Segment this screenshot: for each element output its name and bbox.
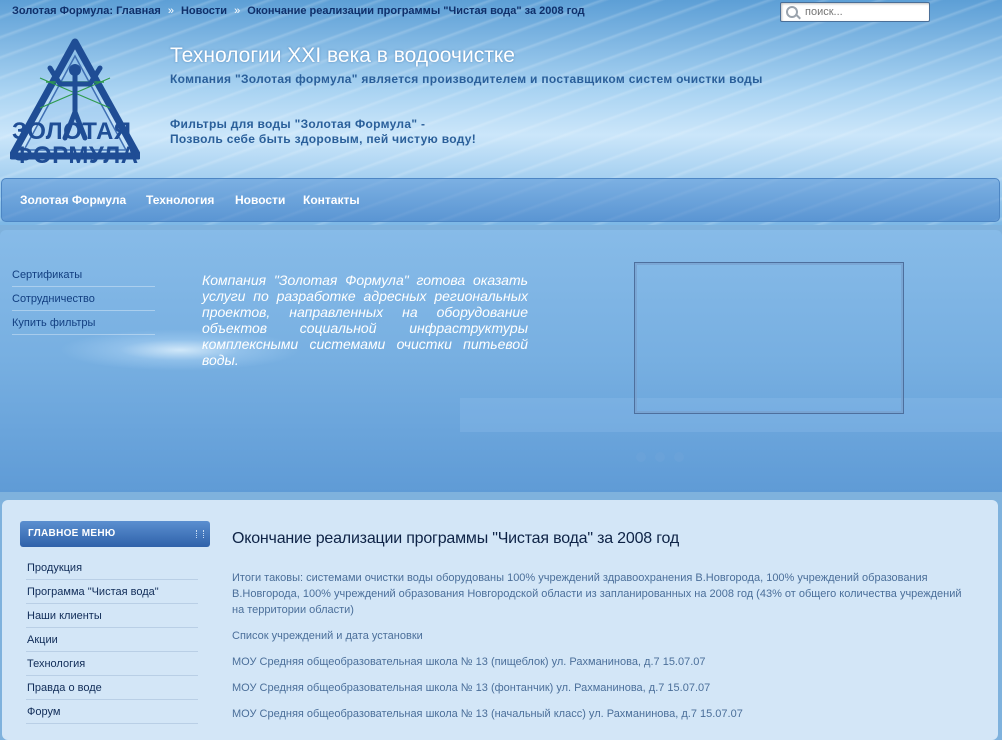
nav-item-contacts[interactable]: Контакты: [303, 193, 360, 207]
main-content-area: ГЛАВНОЕ МЕНЮ Продукция Программа "Чистая…: [2, 500, 998, 740]
site-header: Золотая Формула: Главная » Новости » Окончан…: [0, 0, 1002, 225]
side-link-certificates[interactable]: Сертификаты: [12, 264, 155, 287]
menu-item-truth-about-water[interactable]: Правда о воде: [26, 677, 198, 700]
main-menu-title: ГЛАВНОЕ МЕНЮ: [28, 528, 116, 539]
breadcrumb-separator: »: [167, 5, 174, 17]
article-paragraph: Итоги таковы: системами очистки воды обо…: [232, 572, 962, 616]
showcase-banner: Сертификаты Сотрудничество Купить фильтр…: [0, 230, 1002, 492]
main-menu: Продукция Программа "Чистая вода" Наши к…: [26, 557, 198, 725]
nav-item-technology[interactable]: Технология: [146, 193, 214, 207]
showcase-side-links: Сертификаты Сотрудничество Купить фильтр…: [12, 264, 155, 336]
breadcrumb-current: Окончание реализации программы "Чистая в…: [247, 5, 585, 17]
slider-dots: [636, 447, 693, 466]
top-bar: Золотая Формула: Главная » Новости » Окончан…: [0, 0, 1002, 24]
article-paragraph: МОУ Средняя общеобразовательная школа № …: [232, 656, 706, 668]
site-title: Технологии XXI века в водоочистке: [170, 44, 515, 67]
side-link-cooperation[interactable]: Сотрудничество: [12, 288, 155, 311]
search-icon: [786, 6, 798, 18]
side-link-buy-filters[interactable]: Купить фильтры: [12, 312, 155, 335]
showcase-image-frame: [634, 262, 904, 414]
article-paragraph: Список учреждений и дата установки: [232, 630, 423, 642]
slider-dot[interactable]: [655, 452, 665, 462]
main-menu-header: ГЛАВНОЕ МЕНЮ: [20, 521, 210, 547]
grip-icon: [196, 530, 204, 538]
breadcrumb-home[interactable]: Золотая Формула: Главная: [12, 5, 161, 17]
slider-dot[interactable]: [674, 452, 684, 462]
slider-dot[interactable]: [636, 452, 646, 462]
logo-text: ЗОЛОТАЯ ФОРМУЛА: [12, 120, 142, 168]
breadcrumb-separator: »: [234, 5, 241, 17]
search-box: [780, 2, 930, 22]
menu-item-clean-water-program[interactable]: Программа "Чистая вода": [26, 581, 198, 604]
menu-item-technology[interactable]: Технология: [26, 653, 198, 676]
article-title: Окончание реализации программы "Чистая в…: [232, 530, 679, 547]
article-body: Итоги таковы: системами очистки воды обо…: [232, 570, 972, 732]
breadcrumb: Золотая Формула: Главная » Новости » Окончан…: [12, 5, 585, 17]
menu-item-promotions[interactable]: Акции: [26, 629, 198, 652]
logo-line-2: ФОРМУЛА: [12, 142, 139, 169]
article-paragraph: МОУ Средняя общеобразовательная школа № …: [232, 708, 743, 720]
menu-item-forum[interactable]: Форум: [26, 701, 198, 724]
menu-item-our-clients[interactable]: Наши клиенты: [26, 605, 198, 628]
main-navigation: Золотая Формула Технология Новости Конта…: [1, 178, 1000, 222]
nav-item-home[interactable]: Золотая Формула: [20, 193, 126, 207]
search-input[interactable]: [805, 4, 923, 19]
menu-item-products[interactable]: Продукция: [26, 557, 198, 580]
breadcrumb-news[interactable]: Новости: [181, 5, 227, 17]
slogan-line-1: Фильтры для воды "Золотая Формула" -: [170, 117, 426, 131]
site-subtitle: Компания "Золотая формула" является прои…: [170, 72, 763, 86]
logo-line-1: ЗОЛОТАЯ: [12, 118, 132, 145]
nav-item-news[interactable]: Новости: [235, 193, 285, 207]
slogan-line-2: Позволь себе быть здоровым, пей чистую в…: [170, 132, 477, 146]
slogan: Фильтры для воды "Золотая Формула" - Поз…: [170, 117, 476, 147]
article-paragraph: МОУ Средняя общеобразовательная школа № …: [232, 682, 711, 694]
showcase-text: Компания "Золотая Формула" готова оказат…: [202, 272, 528, 368]
